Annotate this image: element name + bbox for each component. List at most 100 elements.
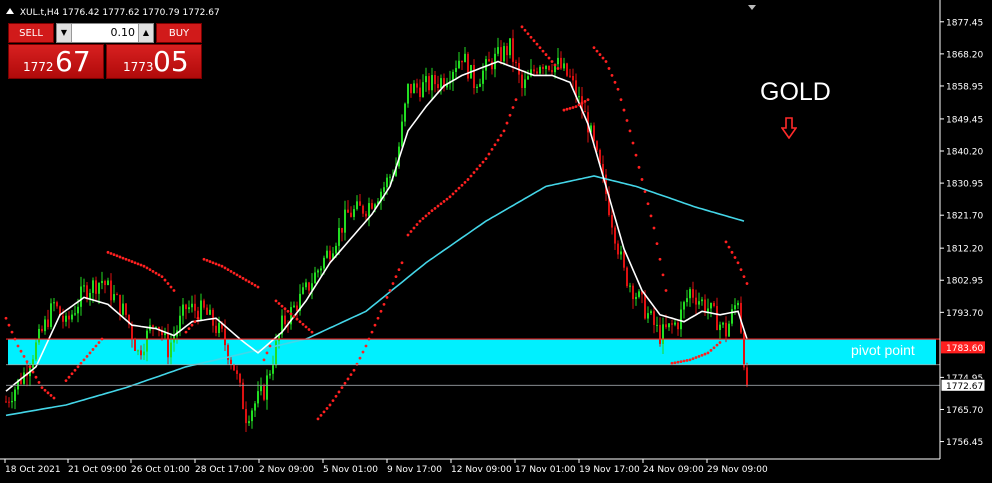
psar-dot	[619, 98, 623, 102]
psar-dot	[88, 351, 92, 355]
candle-body	[638, 291, 640, 297]
psar-dot	[724, 240, 728, 244]
psar-dot	[607, 67, 611, 70]
psar-dot	[25, 360, 29, 363]
candle-body	[473, 65, 475, 89]
psar-dot	[373, 323, 377, 327]
candle-body	[497, 47, 499, 54]
psar-dot	[40, 386, 44, 390]
psar-dot	[448, 195, 452, 199]
lot-size-stepper[interactable]: ▼ 0.10 ▲	[56, 23, 154, 43]
psar-dot	[664, 289, 668, 292]
psar-dot	[169, 285, 173, 289]
candle-body	[644, 294, 646, 319]
sell-button[interactable]: SELL	[8, 23, 54, 43]
candle-body	[215, 325, 217, 334]
psar-dot	[508, 113, 512, 117]
psar-dot	[247, 280, 251, 284]
buy-button[interactable]: BUY	[156, 23, 202, 43]
candle-body	[584, 111, 586, 113]
candle-body	[269, 373, 271, 376]
y-tick-label: 1812.20	[946, 245, 983, 255]
candle-body	[734, 305, 736, 310]
candle-body	[563, 63, 565, 69]
psar-dot	[595, 49, 599, 53]
psar-dot	[574, 105, 578, 109]
x-tick-label: 9 Nov 17:00	[387, 465, 442, 475]
sell-price-button[interactable]: 1772 67	[8, 44, 104, 79]
candle-body	[107, 280, 109, 286]
psar-dot	[613, 80, 617, 84]
candle-body	[302, 287, 304, 294]
candle-body	[686, 298, 688, 303]
candle-body	[371, 203, 373, 209]
psar-dot	[205, 259, 209, 262]
candle-body	[245, 408, 247, 424]
psar-dot	[64, 379, 68, 383]
psar-dot	[679, 360, 683, 363]
psar-dot	[472, 171, 476, 174]
psar-dot	[496, 138, 500, 142]
candle-body	[659, 324, 661, 344]
candle-body	[260, 385, 262, 392]
psar-dot	[121, 256, 125, 260]
candle-body	[404, 103, 406, 122]
candle-body	[74, 313, 76, 315]
psar-dot	[421, 217, 425, 220]
candle-body	[386, 177, 388, 188]
psar-dot	[682, 359, 686, 363]
psar-dot	[523, 28, 527, 32]
candle-body	[131, 324, 133, 340]
psar-dot	[229, 269, 233, 273]
psar-dot	[334, 394, 338, 398]
buy-price-button[interactable]: 1773 05	[106, 44, 202, 79]
psar-dot	[727, 245, 731, 249]
psar-dot	[715, 343, 719, 347]
candle-body	[83, 285, 85, 287]
candle-body	[32, 359, 34, 368]
psar-dot	[364, 344, 368, 348]
candle-body	[143, 351, 145, 356]
candle-body	[620, 251, 622, 255]
psar-dot	[10, 330, 14, 334]
psar-dot	[547, 56, 551, 60]
candle-body	[341, 227, 343, 233]
candle-body	[86, 285, 88, 299]
psar-dot	[79, 361, 83, 365]
psar-dot	[490, 147, 494, 151]
x-tick-label: 12 Nov 09:00	[451, 465, 512, 475]
psar-dot	[391, 282, 395, 285]
psar-dot	[673, 361, 677, 365]
candle-body	[185, 304, 187, 310]
psar-dot	[709, 348, 713, 352]
psar-dot	[697, 354, 701, 358]
lot-size-input[interactable]: 0.10	[73, 24, 137, 42]
candle-body	[71, 314, 73, 320]
psar-dot	[406, 233, 410, 237]
candle-body	[92, 280, 94, 293]
candle-body	[389, 176, 391, 178]
candle-body	[8, 401, 10, 403]
psar-dot	[484, 157, 488, 161]
candle-body	[14, 389, 16, 402]
candle-body	[368, 203, 370, 217]
candle-body	[665, 324, 667, 328]
psar-dot	[382, 302, 386, 306]
candle-body	[164, 333, 166, 336]
candle-body	[455, 68, 457, 72]
candle-body	[146, 330, 148, 352]
psar-dot	[676, 360, 680, 364]
candle-body	[461, 60, 463, 63]
psar-dot	[124, 257, 128, 261]
psar-dot	[4, 316, 8, 320]
chevron-down-icon[interactable]: ▼	[57, 24, 72, 42]
psar-dot	[478, 164, 482, 167]
psar-dot	[514, 98, 518, 102]
psar-dot	[544, 53, 548, 56]
candle-body	[170, 342, 172, 358]
chevron-up-icon[interactable]: ▲	[138, 24, 153, 42]
candle-body	[23, 372, 25, 384]
psar-dot	[292, 315, 296, 318]
x-tick-label: 29 Nov 09:00	[707, 465, 768, 475]
psar-dot	[385, 296, 389, 299]
